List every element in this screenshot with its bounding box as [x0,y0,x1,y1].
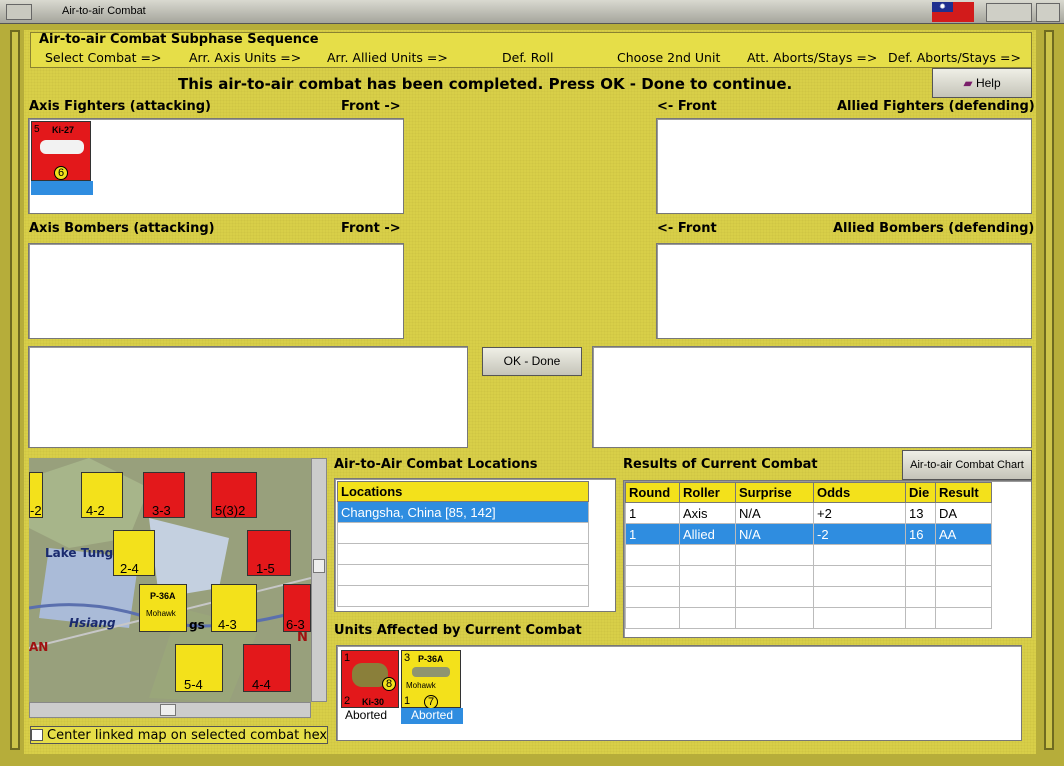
subphase-sequence: Air-to-air Combat Subphase Sequence Sele… [30,32,1032,68]
linked-map[interactable]: Lake Tung Hsiang gs N AN 4-2 3-3 5(3)2 2… [29,458,311,702]
map-horizontal-scrollbar[interactable] [29,702,311,718]
axis-bombers-front: Front -> [341,221,401,236]
step-select-combat: Select Combat => [45,50,162,65]
vertical-scroll-thumb[interactable] [313,559,325,573]
window-title: Air-to-air Combat [62,5,146,17]
axis-fighters-label: Axis Fighters (attacking) [29,99,211,114]
affected-unit-p36a[interactable]: 3 P-36A Mohawk 1 7 [401,650,461,709]
col-odds: Odds [813,482,906,503]
map-counter[interactable]: 4-2 [81,472,123,518]
book-icon: ▰ [963,76,973,90]
affected-units-box[interactable]: 1 8 2 Ki-30 Aborted 3 P-36A Mohawk 1 7 A… [336,645,1022,741]
right-frame-bar [1044,30,1054,750]
ok-done-button[interactable]: OK - Done [482,347,582,376]
title-bar: Air-to-air Combat ✹ [0,0,1064,24]
step-arr-allied: Arr. Allied Units => [327,50,448,65]
aircraft-icon [40,140,84,154]
minimize-button[interactable] [986,3,1032,22]
col-result: Result [935,482,992,503]
col-roller: Roller [679,482,736,503]
location-row[interactable]: Changsha, China [85, 142] [337,501,589,523]
results-row-empty [625,586,992,608]
col-die: Die [905,482,936,503]
sequence-header: Air-to-air Combat Subphase Sequence [39,32,319,47]
col-surprise: Surprise [735,482,814,503]
step-att-aborts: Att. Aborts/Stays => [747,50,878,65]
results-list[interactable]: Round Roller Surprise Odds Die Result 1A… [623,480,1032,638]
results-row[interactable]: 1 Axis N/A +2 13 DA [625,502,992,524]
col-round: Round [625,482,680,503]
step-def-aborts: Def. Aborts/Stays => [888,50,1021,65]
results-row-empty [625,565,992,587]
center-map-option[interactable]: Center linked map on selected combat hex [30,726,328,744]
allied-fighters-box[interactable] [656,118,1032,214]
center-map-checkbox[interactable] [31,729,43,741]
affected-title: Units Affected by Current Combat [334,623,582,638]
step-arr-axis: Arr. Axis Units => [189,50,302,65]
location-row-empty [337,564,589,586]
map-counter[interactable]: 4-3 [211,584,257,632]
help-button[interactable]: ▰ Help [932,68,1032,98]
allied-fighters-label: Allied Fighters (defending) [837,99,1035,114]
allied-bombers-label: Allied Bombers (defending) [833,221,1035,236]
affected-unit-ki30[interactable]: 1 8 2 Ki-30 [341,650,399,708]
results-row-empty [625,544,992,566]
axis-unit-selection-bar [31,181,93,195]
location-row-empty [337,522,589,544]
axis-fighters-front: Front -> [341,99,401,114]
affected-unit-status: Aborted [345,708,388,722]
step-def-roll: Def. Roll [502,50,554,65]
location-row-empty [337,585,589,607]
air-combat-chart-button[interactable]: Air-to-air Combat Chart [902,450,1032,480]
affected-unit-status: Aborted [401,708,463,724]
system-menu-button[interactable] [6,4,32,20]
map-counter-p36a[interactable]: P-36A Mohawk [139,584,187,632]
map-counter[interactable]: 4-4 [243,644,291,692]
map-counter[interactable]: 1-5 [247,530,291,576]
locations-list[interactable]: Locations Changsha, China [85, 142] [334,478,616,612]
axis-info-box [28,346,468,448]
map-counter[interactable]: -2 [29,472,43,518]
map-label-n: N [297,630,308,645]
map-label-an: AN [29,640,49,654]
locations-table: Locations Changsha, China [85, 142] [337,481,589,607]
map-counter[interactable]: 3-3 [143,472,185,518]
status-message: This air-to-air combat has been complete… [178,75,793,93]
locations-title: Air-to-Air Combat Locations [334,457,538,472]
locations-header: Locations [337,481,589,502]
allied-info-box [592,346,1032,448]
map-counter[interactable]: 5(3)2 [211,472,257,518]
map-counter[interactable]: 6-3 [283,584,311,632]
results-title: Results of Current Combat [623,457,818,472]
map-label-lake: Lake Tung [45,546,114,560]
results-row[interactable]: 1 Allied N/A -2 16 AA [625,523,992,545]
aircraft-icon [412,667,450,677]
nation-flag-icon: ✹ [932,2,974,22]
map-counter[interactable]: 5-4 [175,644,223,692]
allied-fighters-front: <- Front [657,99,717,114]
allied-bombers-front: <- Front [657,221,717,236]
location-row-empty [337,543,589,565]
allied-bombers-box[interactable] [656,243,1032,339]
results-table: Round Roller Surprise Odds Die Result 1A… [625,482,992,629]
close-button[interactable] [1036,3,1060,22]
step-choose-2nd: Choose 2nd Unit [617,50,721,65]
center-map-label: Center linked map on selected combat hex [47,728,328,743]
axis-bombers-box[interactable] [28,243,404,339]
horizontal-scroll-thumb[interactable] [160,704,176,716]
left-frame-bar [10,30,20,750]
results-row-empty [625,607,992,629]
map-label-gs: gs [189,618,205,632]
map-counter[interactable]: 2-4 [113,530,155,576]
axis-fighters-box[interactable]: 5 Ki-27 6 [28,118,404,214]
axis-unit-counter[interactable]: 5 Ki-27 6 [31,121,91,181]
map-vertical-scrollbar[interactable] [311,458,327,702]
axis-bombers-label: Axis Bombers (attacking) [29,221,215,236]
map-label-hsiang: Hsiang [69,616,116,630]
